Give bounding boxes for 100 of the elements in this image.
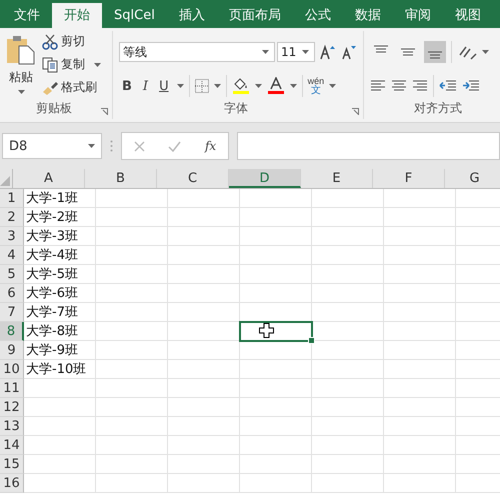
grid-cell[interactable]	[168, 341, 240, 360]
grid-cell[interactable]	[312, 417, 384, 436]
grid-cell[interactable]	[168, 474, 240, 493]
grid-cell[interactable]: 大学-8班	[24, 322, 96, 341]
grid-cell[interactable]	[240, 398, 312, 417]
row-header[interactable]: 5	[0, 265, 24, 284]
grid-cell[interactable]	[96, 189, 168, 208]
grid-cell[interactable]	[384, 227, 456, 246]
grid-cell[interactable]	[384, 474, 456, 493]
row-header[interactable]: 2	[0, 208, 24, 227]
ribbon-tab[interactable]: 插入	[166, 3, 217, 28]
grid-cell[interactable]	[384, 360, 456, 379]
underline-button[interactable]: U	[156, 78, 172, 94]
grid-cell[interactable]: 大学-2班	[24, 208, 96, 227]
grid-cell[interactable]	[312, 436, 384, 455]
grid-cell[interactable]	[312, 246, 384, 265]
align-center-icon[interactable]	[391, 80, 407, 92]
grid-cell[interactable]	[312, 265, 384, 284]
grid-cell[interactable]	[384, 265, 456, 284]
grid-cell[interactable]	[168, 208, 240, 227]
grid-cell[interactable]	[384, 341, 456, 360]
grid-cell[interactable]	[96, 341, 168, 360]
copy-button[interactable]: 复制	[61, 56, 85, 73]
grid-cell[interactable]	[312, 303, 384, 322]
grid-cell[interactable]	[384, 303, 456, 322]
grid-cell[interactable]	[312, 360, 384, 379]
formula-input[interactable]	[237, 132, 500, 160]
grid-cell[interactable]	[96, 379, 168, 398]
grid-cell[interactable]	[240, 417, 312, 436]
column-header[interactable]: B	[85, 169, 157, 188]
grid-cell[interactable]	[240, 246, 312, 265]
scissors-icon[interactable]	[42, 34, 58, 50]
select-all-corner[interactable]	[0, 169, 13, 188]
caret-icon[interactable]	[254, 84, 262, 88]
row-header[interactable]: 4	[0, 246, 24, 265]
checkmark-icon[interactable]	[168, 140, 182, 152]
grid-cell[interactable]	[384, 208, 456, 227]
grid-cell[interactable]	[168, 379, 240, 398]
grid-cell[interactable]	[240, 284, 312, 303]
grid-cell[interactable]	[384, 246, 456, 265]
grid-cell[interactable]	[96, 284, 168, 303]
grid-cell[interactable]	[240, 322, 312, 341]
name-box[interactable]: D8	[2, 133, 102, 159]
copy-icon[interactable]	[42, 56, 58, 72]
grid-cell[interactable]	[312, 227, 384, 246]
column-header[interactable]: D	[229, 169, 301, 188]
grid-cell[interactable]	[168, 265, 240, 284]
font-size-dropdown[interactable]: 11	[277, 42, 315, 62]
grid-cell[interactable]	[384, 436, 456, 455]
insert-function-button[interactable]: fx	[204, 139, 216, 153]
row-header[interactable]: 12	[0, 398, 24, 417]
grid-cell[interactable]	[24, 455, 96, 474]
grid-cell[interactable]	[168, 417, 240, 436]
borders-icon[interactable]	[194, 79, 209, 93]
grid-cell[interactable]	[312, 341, 384, 360]
grid-cell[interactable]	[240, 227, 312, 246]
grid-cell[interactable]	[96, 398, 168, 417]
row-header[interactable]: 9	[0, 341, 24, 360]
grid-cell[interactable]	[384, 189, 456, 208]
grid-cell[interactable]	[240, 208, 312, 227]
grid-cell[interactable]	[168, 246, 240, 265]
grid-cell[interactable]	[240, 455, 312, 474]
grid-cell[interactable]	[96, 322, 168, 341]
grid-cell[interactable]: 大学-7班	[24, 303, 96, 322]
grid-cell[interactable]	[240, 265, 312, 284]
caret-icon[interactable]	[482, 50, 489, 54]
grid-cell[interactable]	[168, 303, 240, 322]
increase-indent-icon[interactable]	[462, 80, 480, 92]
grid-cell[interactable]	[312, 398, 384, 417]
grid-cell[interactable]: 大学-10班	[24, 360, 96, 379]
paste-button[interactable]: 粘贴	[9, 69, 33, 86]
ribbon-tab[interactable]: 开始	[52, 3, 102, 28]
grid-cell[interactable]	[312, 189, 384, 208]
grid-cell[interactable]	[24, 474, 96, 493]
row-header[interactable]: 3	[0, 227, 24, 246]
paintbrush-icon[interactable]	[42, 80, 58, 96]
column-header[interactable]: A	[13, 169, 85, 188]
ribbon-tab[interactable]: 文件	[2, 3, 52, 28]
caret-icon[interactable]	[290, 84, 297, 88]
grid-cell[interactable]	[384, 417, 456, 436]
grid-cell[interactable]	[312, 284, 384, 303]
column-header[interactable]: E	[301, 169, 373, 188]
column-header[interactable]: G	[445, 169, 500, 188]
grid-cell[interactable]	[24, 436, 96, 455]
grow-font-icon[interactable]	[320, 44, 336, 60]
caret-icon[interactable]	[302, 50, 309, 54]
caret-icon[interactable]	[214, 84, 221, 88]
grid-cell[interactable]	[312, 474, 384, 493]
grid-cell[interactable]	[240, 379, 312, 398]
grid-cell[interactable]	[384, 284, 456, 303]
decrease-indent-icon[interactable]	[439, 80, 457, 92]
grid-cell[interactable]	[384, 322, 456, 341]
grid-cell[interactable]	[240, 189, 312, 208]
ribbon-tab[interactable]: 页面布局	[216, 3, 293, 28]
format-painter-button[interactable]: 格式刷	[61, 79, 97, 96]
italic-button[interactable]: I	[140, 78, 152, 94]
row-header[interactable]: 11	[0, 379, 24, 398]
grid-cell[interactable]: 大学-4班	[24, 246, 96, 265]
grid-cell[interactable]	[384, 398, 456, 417]
row-header[interactable]: 7	[0, 303, 24, 322]
